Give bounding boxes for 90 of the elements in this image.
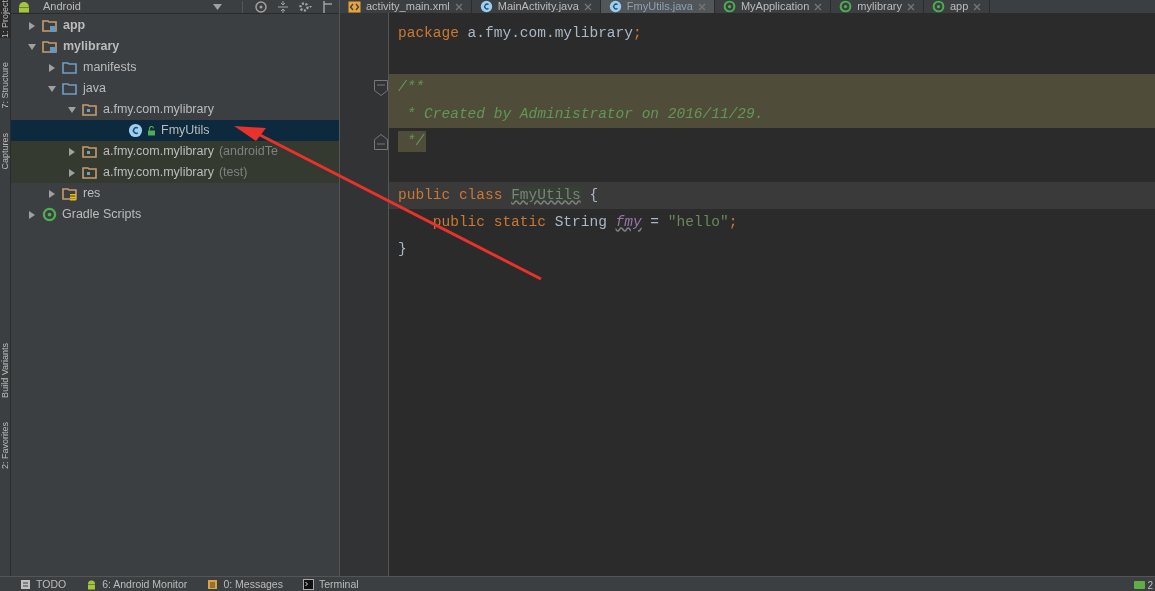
expanded-arrow-icon[interactable]: [47, 83, 57, 94]
tool-window-button[interactable]: 0: Messages: [207, 577, 283, 590]
scroll-from-source-icon[interactable]: [255, 0, 267, 13]
module-folder-icon: [42, 18, 58, 33]
tree-item-label: mylibrary: [63, 38, 120, 56]
run-config-icon: [932, 0, 945, 13]
tool-window-button[interactable]: TODO: [20, 577, 67, 590]
tree-item-label: FmyUtils: [161, 122, 210, 140]
tool-window-tab[interactable]: Build Variants: [0, 343, 10, 398]
hide-panel-icon[interactable]: [322, 0, 334, 13]
gradle-icon: [42, 207, 57, 222]
tree-item[interactable]: res: [11, 183, 339, 204]
android-icon: [86, 578, 98, 590]
fold-marker-icon[interactable]: [374, 133, 388, 150]
tree-item-suffix: (androidTe: [218, 143, 278, 161]
close-icon[interactable]: [814, 2, 823, 11]
tool-window-tab[interactable]: 7: Structure: [0, 62, 10, 109]
tree-item[interactable]: a.fmy.com.mylibrary (test): [11, 162, 339, 183]
editor-tab[interactable]: mylibrary: [831, 0, 924, 13]
code-line: }: [398, 239, 407, 259]
dropdown-caret-icon[interactable]: [213, 3, 222, 10]
tree-item[interactable]: app: [11, 15, 339, 36]
tab-label: FmyUtils.java: [626, 0, 693, 13]
collapsed-arrow-icon[interactable]: [27, 20, 37, 31]
tree-item-label: Gradle Scripts: [62, 206, 142, 224]
unlock-icon: [147, 125, 156, 136]
editor-tab[interactable]: MainActivity.java: [471, 0, 601, 13]
collapse-all-icon[interactable]: [277, 0, 289, 13]
folder-icon: [62, 81, 78, 96]
tree-item[interactable]: a.fmy.com.mylibrary (androidTe: [11, 141, 339, 162]
tab-label: MainActivity.java: [497, 0, 579, 13]
code-line: public class FmyUtils {: [398, 185, 599, 205]
close-icon[interactable]: [973, 2, 982, 11]
fold-marker-icon[interactable]: [374, 79, 388, 96]
module-folder-icon: [42, 39, 58, 54]
tree-item[interactable]: Gradle Scripts: [11, 204, 339, 225]
expanded-arrow-icon[interactable]: [67, 104, 77, 115]
android-icon: [17, 0, 31, 13]
tool-window-tab[interactable]: 1: Project: [0, 0, 10, 39]
expanded-arrow-icon[interactable]: [27, 41, 37, 52]
tree-item-label: manifests: [83, 59, 137, 77]
tree-item-suffix: (test): [218, 164, 248, 182]
settings-icon[interactable]: [299, 0, 312, 13]
run-config-icon: [722, 0, 736, 13]
class-icon: [479, 0, 493, 13]
run-config-icon: [839, 0, 853, 13]
terminal-icon: [302, 578, 314, 590]
tab-label: app: [950, 0, 969, 13]
tree-item[interactable]: java: [11, 78, 339, 99]
view-selector[interactable]: Android: [43, 0, 213, 13]
event-log-icon: [1134, 581, 1146, 591]
close-icon[interactable]: [454, 2, 463, 11]
tool-window-button[interactable]: Terminal: [302, 577, 359, 590]
code-line: package a.fmy.com.mylibrary;: [398, 23, 642, 43]
event-log-button[interactable]: 2: [1134, 577, 1153, 591]
tree-item-label: app: [63, 17, 86, 35]
tool-window-tab[interactable]: Captures: [0, 132, 10, 170]
resource-folder-icon: [62, 186, 78, 201]
collapsed-arrow-icon[interactable]: [27, 209, 37, 220]
tree-item[interactable]: a.fmy.com.mylibrary: [11, 99, 339, 120]
tree-item-label: java: [83, 80, 106, 98]
close-icon[interactable]: [583, 2, 592, 11]
tool-window-tab[interactable]: 2: Favorites: [0, 421, 10, 469]
class-icon: [128, 123, 143, 138]
package-folder-icon: [82, 144, 98, 159]
code-line: /**: [398, 77, 425, 97]
tree-item[interactable]: mylibrary: [11, 36, 339, 57]
tree-item-label: a.fmy.com.mylibrary: [103, 101, 214, 119]
tree-item[interactable]: FmyUtils: [11, 120, 339, 141]
messages-icon: [207, 578, 219, 590]
package-folder-icon: [82, 165, 98, 180]
collapsed-arrow-icon[interactable]: [47, 62, 57, 73]
tree-item[interactable]: manifests: [11, 57, 339, 78]
code-line: * Created by Administrator on 2016/11/29.: [405, 104, 764, 124]
tree-item-label: a.fmy.com.mylibrary: [103, 164, 214, 182]
tree-item-label: res: [83, 185, 101, 203]
collapsed-arrow-icon[interactable]: [67, 146, 77, 157]
class-icon: [608, 0, 622, 13]
close-icon[interactable]: [907, 2, 915, 11]
tree-item-label: a.fmy.com.mylibrary: [103, 143, 214, 161]
tab-label: mylibrary: [857, 0, 902, 13]
tab-label: MyApplication: [740, 0, 810, 13]
tab-label: activity_main.xml: [366, 0, 450, 13]
package-folder-icon: [82, 102, 98, 117]
editor-tab[interactable]: app: [924, 0, 991, 13]
folder-icon: [62, 60, 78, 75]
editor-tab[interactable]: MyApplication: [714, 0, 832, 13]
collapsed-arrow-icon[interactable]: [47, 188, 57, 199]
collapsed-arrow-icon[interactable]: [67, 167, 77, 178]
tool-window-button[interactable]: 6: Android Monitor: [86, 577, 188, 590]
